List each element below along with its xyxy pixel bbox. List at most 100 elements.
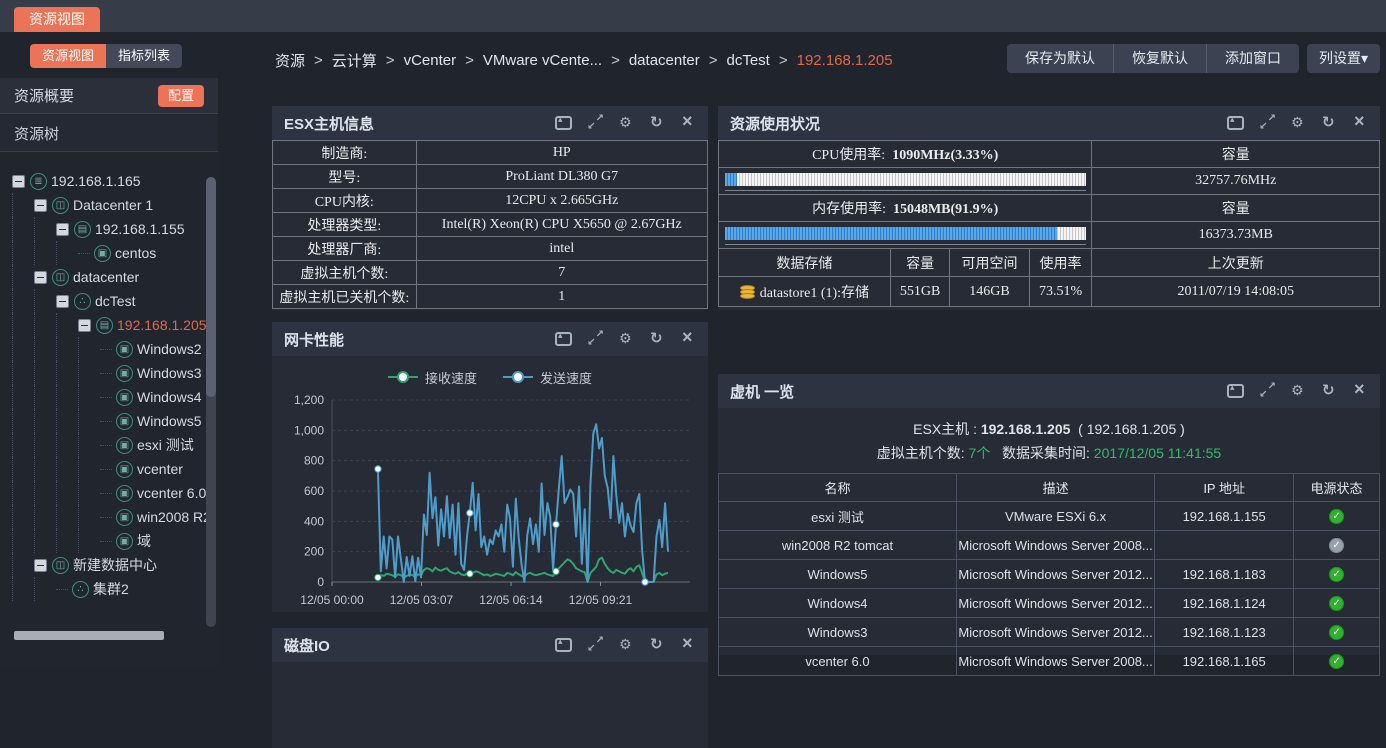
vm-icon: ▣ — [116, 461, 133, 478]
power-status-on-icon — [1329, 625, 1344, 640]
tree-expander-icon[interactable] — [78, 319, 91, 332]
breadcrumb-item[interactable]: 资源 — [275, 50, 305, 71]
settings-icon[interactable] — [619, 332, 634, 346]
panel-vm-title: 虚机 一览 — [730, 381, 794, 402]
tree-expander-icon[interactable] — [34, 271, 47, 284]
fullscreen-icon[interactable] — [588, 332, 603, 346]
tree-node-集群2[interactable]: ∴集群2 — [0, 577, 208, 601]
host-icon: ▤ — [74, 221, 91, 238]
close-icon[interactable] — [1353, 384, 1368, 398]
close-icon[interactable] — [681, 116, 696, 130]
close-icon[interactable] — [681, 638, 696, 652]
refresh-icon[interactable] — [1322, 384, 1337, 398]
refresh-icon[interactable] — [1322, 116, 1337, 130]
tree-vertical-scrollbar[interactable] — [206, 177, 216, 627]
tree-node-label: Datacenter 1 — [73, 197, 153, 213]
tree-node-域[interactable]: ▣域 — [0, 529, 208, 553]
fullscreen-icon[interactable] — [588, 116, 603, 130]
tree-node-vcenter-6.0[interactable]: ▣vcenter 6.0 — [0, 481, 208, 505]
refresh-icon[interactable] — [650, 116, 665, 130]
restore-default-button[interactable]: 恢复默认 — [1113, 44, 1206, 73]
column-settings-button[interactable]: 列设置▾ — [1307, 44, 1380, 73]
configure-button[interactable]: 配置 — [158, 85, 204, 107]
tab-resource-view[interactable]: 资源视图 — [30, 44, 106, 68]
breadcrumb-item[interactable]: VMware vCente... — [483, 52, 602, 69]
settings-icon[interactable] — [1291, 116, 1306, 130]
tree-leaf-connector — [100, 517, 112, 518]
vm-power-cell — [1294, 502, 1380, 531]
tree-node-win2008-r2-tomcat[interactable]: ▣win2008 R2 tomcat — [0, 505, 208, 529]
collapse-icon[interactable] — [555, 116, 572, 130]
collapse-icon[interactable] — [555, 638, 572, 652]
add-window-button[interactable]: 添加窗口 — [1206, 44, 1299, 73]
tab-metric-list[interactable]: 指标列表 — [106, 44, 182, 68]
datastore-header-cell: 使用率 — [1029, 249, 1092, 277]
breadcrumb-item[interactable]: 云计算 — [332, 50, 377, 71]
vm-table-row[interactable]: Windows3Microsoft Windows Server 2012...… — [719, 618, 1380, 647]
tree-node-新建数据中心[interactable]: ◫新建数据中心 — [0, 553, 208, 577]
tree-expander-icon[interactable] — [12, 175, 25, 188]
power-status-off-icon — [1329, 538, 1344, 553]
breadcrumb-item[interactable]: dcTest — [727, 52, 770, 69]
settings-icon[interactable] — [619, 116, 634, 130]
tree-node-windows3[interactable]: ▣Windows3 — [0, 361, 208, 385]
refresh-icon[interactable] — [650, 638, 665, 652]
legend-marker-icon — [503, 371, 533, 383]
breadcrumb-item[interactable]: vCenter — [404, 52, 457, 69]
collapse-icon[interactable] — [555, 332, 572, 346]
close-icon[interactable] — [681, 332, 696, 346]
tree-node-datacenter-1[interactable]: ◫Datacenter 1 — [0, 193, 208, 217]
vm-column-header: IP 地址 — [1155, 474, 1294, 502]
tree-vscroll-thumb[interactable] — [206, 177, 216, 397]
legend-item-发送速度[interactable]: 发送速度 — [503, 368, 592, 387]
fullscreen-icon[interactable] — [1260, 384, 1275, 398]
cluster-icon: ∴ — [72, 581, 89, 598]
vm-table-row[interactable]: vcenter 6.0Microsoft Windows Server 2008… — [719, 647, 1380, 676]
tree-guide — [12, 433, 34, 457]
settings-icon[interactable] — [1291, 384, 1306, 398]
breadcrumb-item[interactable]: 192.168.1.205 — [797, 52, 893, 69]
breadcrumb-item[interactable]: datacenter — [629, 52, 700, 69]
tree-guide — [56, 505, 78, 529]
fullscreen-icon[interactable] — [588, 638, 603, 652]
collapse-icon[interactable] — [1227, 384, 1244, 398]
vm-table-row[interactable]: Windows4Microsoft Windows Server 2012...… — [719, 589, 1380, 618]
tree-expander-icon[interactable] — [34, 559, 47, 572]
tab-resource-view-top[interactable]: 资源视图 — [14, 7, 100, 32]
tree-node-datacenter[interactable]: ◫datacenter — [0, 265, 208, 289]
tree-node-vcenter[interactable]: ▣vcenter — [0, 457, 208, 481]
tree-expander-icon[interactable] — [56, 295, 69, 308]
tree-horizontal-scrollbar[interactable] — [14, 631, 164, 640]
vm-column-header: 名称 — [719, 474, 957, 502]
tree-node-192.168.1.205[interactable]: ▤192.168.1.205 — [0, 313, 208, 337]
vm-name-cell: esxi 测试 — [719, 502, 957, 531]
tree-guide — [34, 217, 56, 241]
settings-icon[interactable] — [619, 638, 634, 652]
vm-table-row[interactable]: Windows5Microsoft Windows Server 2012...… — [719, 560, 1380, 589]
tree-node-windows4[interactable]: ▣Windows4 — [0, 385, 208, 409]
tree-node-centos[interactable]: ▣centos — [0, 241, 208, 265]
tree-node-dctest[interactable]: ∴dcTest — [0, 289, 208, 313]
tree-guide — [78, 361, 100, 385]
fullscreen-icon[interactable] — [1260, 116, 1275, 130]
refresh-icon[interactable] — [650, 332, 665, 346]
collapse-icon[interactable] — [1227, 116, 1244, 130]
tree-guide — [56, 529, 78, 553]
tree-node-192.168.1.165[interactable]: ≣192.168.1.165 — [0, 169, 208, 193]
tree-guide — [34, 505, 56, 529]
vm-table-row[interactable]: win2008 R2 tomcatMicrosoft Windows Serve… — [719, 531, 1380, 560]
close-icon[interactable] — [1353, 116, 1368, 130]
datastore-header-cell: 数据存储 — [719, 249, 891, 277]
tree-node-192.168.1.155[interactable]: ▤192.168.1.155 — [0, 217, 208, 241]
vm-table-row[interactable]: esxi 测试VMware ESXi 6.x192.168.1.155 — [719, 502, 1380, 531]
tree-expander-icon[interactable] — [56, 223, 69, 236]
tree-node-esxi-测试[interactable]: ▣esxi 测试 — [0, 433, 208, 457]
tree-node-windows5[interactable]: ▣Windows5 — [0, 409, 208, 433]
save-as-default-button[interactable]: 保存为默认 — [1007, 44, 1113, 73]
vm-icon: ▣ — [116, 389, 133, 406]
esx-info-row: 处理器厂商:intel — [273, 237, 708, 261]
legend-item-接收速度[interactable]: 接收速度 — [388, 368, 477, 387]
vm-ip-cell: 192.168.1.155 — [1155, 502, 1294, 531]
tree-expander-icon[interactable] — [34, 199, 47, 212]
tree-node-windows2[interactable]: ▣Windows2 — [0, 337, 208, 361]
